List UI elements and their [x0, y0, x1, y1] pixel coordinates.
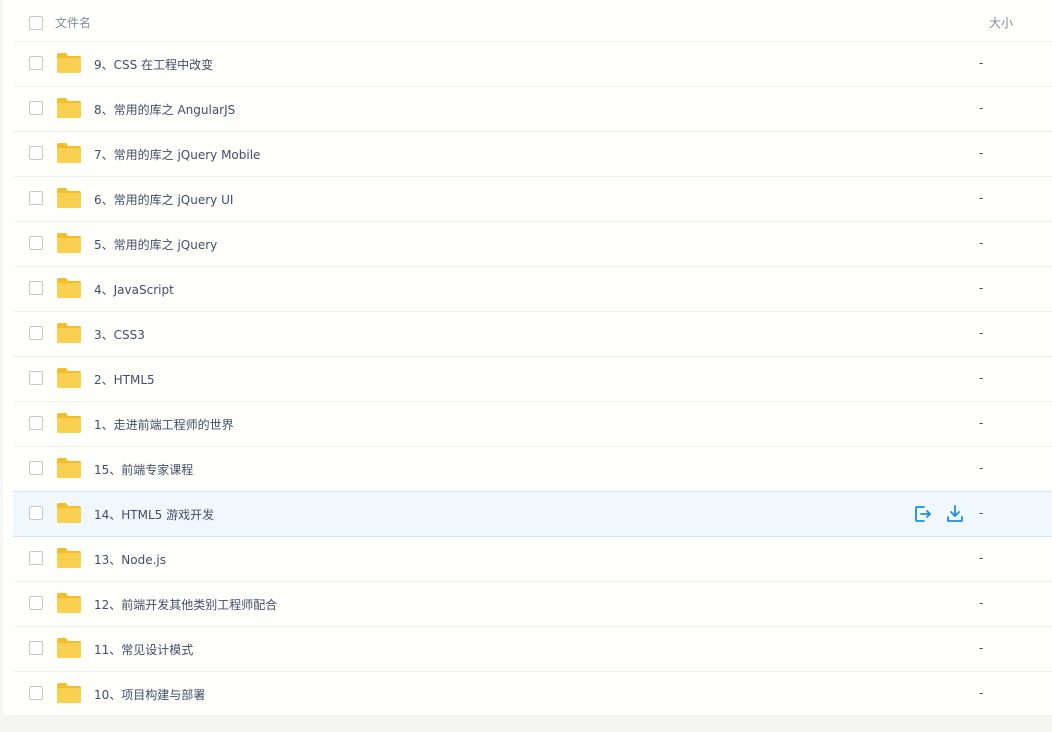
column-header-size[interactable]: 大小 — [989, 14, 1013, 31]
file-row[interactable]: 14、HTML5 游戏开发 - — [13, 491, 1052, 537]
folder-icon[interactable] — [56, 322, 82, 344]
file-name-link[interactable]: 6、常用的库之 jQuery UI — [94, 191, 233, 208]
file-size: - — [979, 101, 984, 115]
file-name-link[interactable]: 3、CSS3 — [94, 326, 145, 343]
row-checkbox[interactable] — [29, 56, 43, 70]
row-checkbox[interactable] — [29, 371, 43, 385]
file-size: - — [979, 596, 984, 610]
row-checkbox[interactable] — [29, 281, 43, 295]
file-name-link[interactable]: 10、项目构建与部署 — [94, 686, 205, 703]
file-row[interactable]: 6、常用的库之 jQuery UI - — [13, 177, 1052, 222]
file-row[interactable]: 2、HTML5 - — [13, 357, 1052, 402]
row-checkbox[interactable] — [29, 101, 43, 115]
download-icon[interactable] — [945, 504, 965, 524]
row-checkbox[interactable] — [29, 596, 43, 610]
folder-icon[interactable] — [56, 142, 82, 164]
file-row[interactable]: 8、常用的库之 AngularJS - — [13, 87, 1052, 132]
file-size: - — [979, 686, 984, 700]
folder-icon[interactable] — [56, 637, 82, 659]
row-checkbox[interactable] — [29, 146, 43, 160]
file-size: - — [979, 326, 984, 340]
folder-icon[interactable] — [56, 97, 82, 119]
row-checkbox[interactable] — [29, 461, 43, 475]
file-name-link[interactable]: 12、前端开发其他类别工程师配合 — [94, 596, 277, 613]
file-name-link[interactable]: 7、常用的库之 jQuery Mobile — [94, 146, 260, 163]
file-row[interactable]: 10、项目构建与部署 - — [13, 672, 1052, 717]
row-checkbox[interactable] — [29, 506, 43, 520]
file-name-link[interactable]: 1、走进前端工程师的世界 — [94, 416, 234, 433]
folder-icon[interactable] — [56, 277, 82, 299]
file-row[interactable]: 3、CSS3 - — [13, 312, 1052, 357]
file-size: - — [979, 146, 984, 160]
row-checkbox[interactable] — [29, 686, 43, 700]
folder-icon[interactable] — [56, 682, 82, 704]
folder-icon[interactable] — [56, 232, 82, 254]
share-icon[interactable] — [913, 504, 933, 524]
file-size: - — [979, 281, 984, 295]
file-size: - — [979, 461, 984, 475]
file-row[interactable]: 7、常用的库之 jQuery Mobile - — [13, 132, 1052, 177]
file-list-header: 文件名 大小 — [13, 0, 1052, 42]
file-list-panel: 文件名 大小 9、CSS 在工程中改变 -8、常用的库之 AngularJS -7、… — [3, 0, 1052, 717]
folder-icon[interactable] — [56, 187, 82, 209]
file-size: - — [979, 551, 984, 565]
row-checkbox[interactable] — [29, 641, 43, 655]
file-name-link[interactable]: 8、常用的库之 AngularJS — [94, 101, 235, 118]
file-size: - — [979, 641, 984, 655]
row-checkbox[interactable] — [29, 416, 43, 430]
file-row[interactable]: 13、Node.js - — [13, 537, 1052, 582]
folder-icon[interactable] — [56, 412, 82, 434]
file-name-link[interactable]: 9、CSS 在工程中改变 — [94, 56, 213, 73]
file-size: - — [979, 506, 984, 520]
file-name-link[interactable]: 14、HTML5 游戏开发 — [94, 506, 214, 523]
row-actions — [913, 504, 965, 524]
file-size: - — [979, 191, 984, 205]
file-name-link[interactable]: 5、常用的库之 jQuery — [94, 236, 217, 253]
file-name-link[interactable]: 15、前端专家课程 — [94, 461, 193, 478]
file-size: - — [979, 56, 984, 70]
row-checkbox[interactable] — [29, 551, 43, 565]
column-header-name[interactable]: 文件名 — [55, 14, 91, 31]
row-checkbox[interactable] — [29, 236, 43, 250]
file-rows: 9、CSS 在工程中改变 -8、常用的库之 AngularJS -7、常用的库之 j… — [13, 42, 1052, 717]
file-row[interactable]: 15、前端专家课程 - — [13, 447, 1052, 492]
file-name-link[interactable]: 2、HTML5 — [94, 371, 155, 388]
folder-icon[interactable] — [56, 367, 82, 389]
file-name-link[interactable]: 4、JavaScript — [94, 281, 174, 298]
folder-icon[interactable] — [56, 592, 82, 614]
select-all-checkbox[interactable] — [29, 16, 43, 30]
file-row[interactable]: 5、常用的库之 jQuery - — [13, 222, 1052, 267]
file-row[interactable]: 11、常见设计模式 - — [13, 627, 1052, 672]
file-size: - — [979, 371, 984, 385]
folder-icon[interactable] — [56, 457, 82, 479]
file-row[interactable]: 9、CSS 在工程中改变 - — [13, 42, 1052, 87]
folder-icon[interactable] — [56, 52, 82, 74]
file-name-link[interactable]: 11、常见设计模式 — [94, 641, 193, 658]
file-size: - — [979, 236, 984, 250]
file-row[interactable]: 12、前端开发其他类别工程师配合 - — [13, 582, 1052, 627]
file-size: - — [979, 416, 984, 430]
row-checkbox[interactable] — [29, 326, 43, 340]
file-row[interactable]: 1、走进前端工程师的世界 - — [13, 402, 1052, 447]
row-checkbox[interactable] — [29, 191, 43, 205]
file-name-link[interactable]: 13、Node.js — [94, 551, 166, 568]
folder-icon[interactable] — [56, 547, 82, 569]
folder-icon[interactable] — [56, 502, 82, 524]
file-row[interactable]: 4、JavaScript - — [13, 267, 1052, 312]
